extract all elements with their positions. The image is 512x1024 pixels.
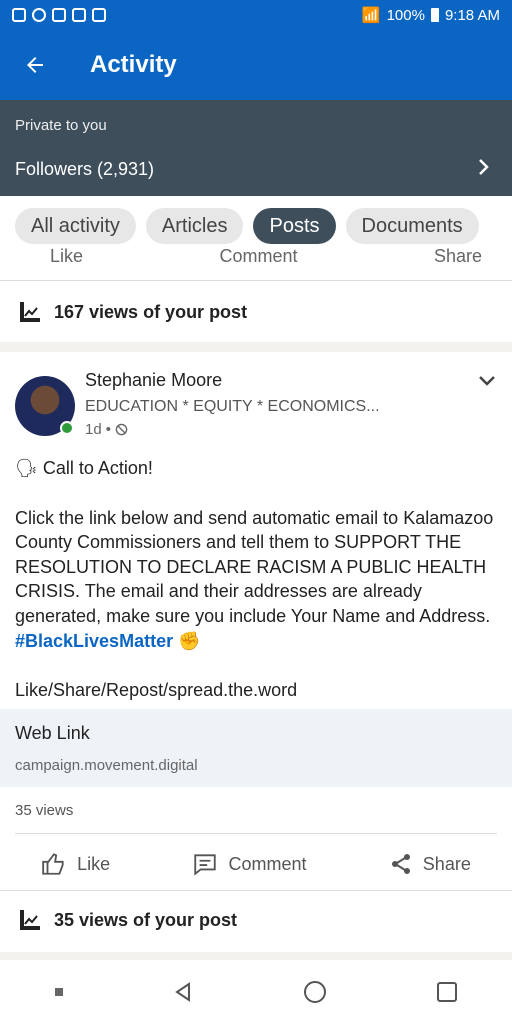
post-views-count[interactable]: 35 views (15, 802, 73, 819)
filter-articles[interactable]: Articles (145, 208, 244, 244)
trending-icon (20, 302, 40, 322)
recent-apps-dot[interactable] (54, 988, 63, 996)
followers-count: Followers (2,931) (15, 158, 155, 179)
comment-partial[interactable]: Comment (219, 246, 297, 262)
chevron-right-icon (478, 156, 490, 182)
globe-icon (115, 423, 128, 436)
battery-level: 100% (386, 6, 425, 24)
post-time: 1d (85, 421, 102, 438)
post-meta: 1d • (85, 421, 128, 438)
share-icon (391, 854, 410, 874)
separator-dot: • (105, 421, 111, 438)
clock: 9:18 AM (444, 6, 500, 24)
views-text: 167 views of your post (54, 301, 248, 322)
chevron-down-icon[interactable] (478, 370, 496, 393)
home-nav-icon[interactable] (303, 980, 327, 1004)
share-partial[interactable]: Share (434, 246, 482, 262)
post-footer-line: Like/Share/Repost/spread.the.word (15, 680, 298, 701)
filter-all-activity[interactable]: All activity (15, 208, 136, 244)
comment-label: Comment (228, 853, 307, 874)
post-text: Click the link below and send automatic … (15, 506, 501, 654)
followers-row[interactable]: Followers (2,931) (15, 154, 512, 184)
app-bar: Activity (0, 30, 512, 100)
raised-fist-icon: ✊ (178, 630, 201, 651)
private-label: Private to you (15, 117, 107, 134)
like-partial[interactable]: Like (50, 246, 83, 262)
share-label: Share (422, 853, 471, 874)
post-body: 🗣 Call to Action! Click the link below a… (15, 456, 501, 703)
thumbs-up-icon (42, 853, 64, 875)
overview-nav-icon[interactable] (436, 981, 458, 1003)
author-name[interactable]: Stephanie Moore (85, 370, 222, 391)
web-link-title: Web Link (15, 723, 90, 743)
back-button[interactable] (0, 30, 70, 100)
mail-icon (92, 8, 106, 22)
like-button[interactable]: Like (41, 851, 110, 877)
filter-posts[interactable]: Posts (253, 208, 336, 244)
comment-icon (194, 854, 217, 876)
post-action-bar: Like Comment Share (0, 836, 512, 892)
share-button[interactable]: Share (389, 852, 471, 876)
back-nav-icon[interactable] (172, 981, 194, 1003)
trending-icon (20, 910, 40, 930)
speaking-head-icon: 🗣 (15, 458, 38, 478)
author-headline: EDUCATION * EQUITY * ECONOMICS... (85, 398, 380, 415)
private-section: Private to you Followers (2,931) (0, 100, 512, 196)
page-title: Activity (90, 51, 177, 78)
views-text: 35 views of your post (54, 909, 238, 930)
battery-icon (430, 8, 439, 22)
post-views-row[interactable]: 35 views of your post (18, 908, 237, 932)
call-to-action-text: Call to Action! (42, 458, 153, 478)
back-arrow-icon (27, 57, 43, 73)
notification-icon (12, 8, 26, 22)
like-label: Like (77, 853, 111, 874)
instagram-icon (72, 8, 86, 22)
notification-icons (12, 8, 106, 22)
web-link-card[interactable]: Web Link campaign.movement.digital (0, 709, 512, 787)
filter-documents[interactable]: Documents (345, 208, 479, 244)
online-status-icon (60, 421, 74, 435)
call-to-action-line: 🗣 Call to Action! (15, 456, 501, 481)
status-bar: 📶 100% 9:18 AM (0, 0, 512, 30)
partial-action-bar: Like Comment Share (50, 246, 482, 262)
gallery-icon (52, 8, 66, 22)
facebook-icon (32, 8, 46, 22)
system-nav-bar (0, 960, 512, 1024)
hashtag-link[interactable]: #BlackLivesMatter (15, 631, 173, 651)
post-card: Stephanie Moore EDUCATION * EQUITY * ECO… (0, 352, 512, 952)
previous-post-card: Like Comment Share 167 views of your pos… (0, 246, 512, 342)
web-link-url: campaign.movement.digital (15, 757, 198, 774)
post-views-row[interactable]: 167 views of your post (18, 300, 247, 324)
wifi-icon: 📶 (361, 7, 381, 24)
comment-button[interactable]: Comment (192, 851, 307, 877)
post-body-text: Click the link below and send automatic … (15, 507, 494, 626)
